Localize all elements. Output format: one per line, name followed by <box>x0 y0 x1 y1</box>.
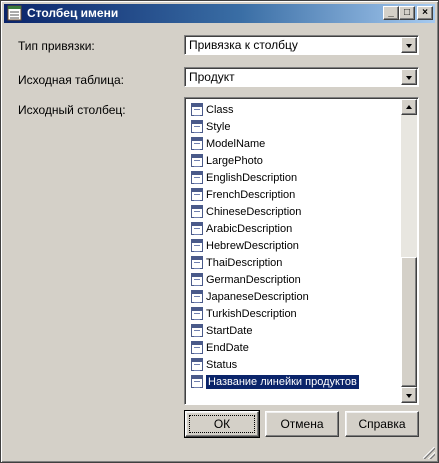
list-scrollbar[interactable] <box>401 99 417 403</box>
column-icon <box>191 154 203 167</box>
list-item-label: FrenchDescription <box>206 188 296 201</box>
list-item[interactable]: TurkishDescription <box>191 305 299 322</box>
minimize-button[interactable]: _ <box>383 6 399 20</box>
list-item-label: Class <box>206 103 234 116</box>
column-icon <box>191 375 203 388</box>
list-item-label: Status <box>206 358 238 371</box>
title-bar[interactable]: Столбец имени _ □ × <box>4 4 435 23</box>
scroll-down-icon[interactable] <box>401 387 417 403</box>
close-button[interactable]: × <box>417 6 433 20</box>
column-icon <box>191 358 203 371</box>
close-icon: × <box>422 7 428 18</box>
help-button[interactable]: Справка <box>345 411 419 437</box>
ok-button[interactable]: ОК <box>184 410 260 438</box>
scroll-up-icon[interactable] <box>401 99 417 115</box>
column-icon <box>191 205 203 218</box>
list-item-label: Style <box>206 120 231 133</box>
chevron-down-icon[interactable] <box>401 69 417 85</box>
list-item[interactable]: Class <box>191 101 236 118</box>
list-item[interactable]: EnglishDescription <box>191 169 299 186</box>
source-table-label: Исходная таблица: <box>18 73 124 87</box>
binding-type-select[interactable]: Привязка к столбцу <box>184 35 419 55</box>
column-icon <box>191 239 203 252</box>
list-item[interactable]: JapaneseDescription <box>191 288 311 305</box>
source-column-list[interactable]: Class Style ModelName LargePhoto EnglishDesc… <box>184 97 419 405</box>
list-item-label: ArabicDescription <box>206 222 293 235</box>
column-icon <box>191 171 203 184</box>
cancel-button[interactable]: Отмена <box>265 411 339 437</box>
list-item[interactable]: StartDate <box>191 322 254 339</box>
list-item-label: ThaiDescription <box>206 256 283 269</box>
list-item[interactable]: ModelName <box>191 135 267 152</box>
column-icon <box>191 222 203 235</box>
scroll-thumb[interactable] <box>401 257 417 387</box>
list-item-label: GermanDescription <box>206 273 301 286</box>
list-item-label: JapaneseDescription <box>206 290 309 303</box>
list-item-label: ModelName <box>206 137 266 150</box>
list-item[interactable]: EndDate <box>191 339 251 356</box>
binding-type-label: Тип привязки: <box>18 39 95 53</box>
minimize-icon: _ <box>388 7 394 18</box>
list-item-label: LargePhoto <box>206 154 263 167</box>
source-table-select[interactable]: Продукт <box>184 67 419 87</box>
list-item[interactable]: GermanDescription <box>191 271 303 288</box>
list-item-label: EndDate <box>206 341 249 354</box>
list-item-label: Название линейки продуктов <box>206 374 359 389</box>
maximize-button[interactable]: □ <box>399 6 415 20</box>
maximize-icon: □ <box>403 7 411 18</box>
table-column-icon <box>7 5 22 21</box>
column-icon <box>191 256 203 269</box>
list-item[interactable]: LargePhoto <box>191 152 265 169</box>
source-table-value: Продукт <box>189 70 235 84</box>
list-item[interactable]: HebrewDescription <box>191 237 301 254</box>
list-item[interactable]: ThaiDescription <box>191 254 284 271</box>
list-item[interactable]: ArabicDescription <box>191 220 294 237</box>
list-item[interactable]: Style <box>191 118 232 135</box>
column-icon <box>191 188 203 201</box>
cancel-button-label: Отмена <box>280 417 324 431</box>
list-item[interactable]: Status <box>191 356 239 373</box>
window-title: Столбец имени <box>27 6 119 20</box>
column-icon <box>191 341 203 354</box>
list-item[interactable]: FrenchDescription <box>191 186 297 203</box>
resize-grip-icon[interactable] <box>423 447 435 459</box>
column-icon <box>191 103 203 116</box>
chevron-down-icon[interactable] <box>401 37 417 53</box>
list-item-label: ChineseDescription <box>206 205 302 218</box>
help-button-label: Справка <box>358 417 406 431</box>
column-icon <box>191 307 203 320</box>
column-icon <box>191 273 203 286</box>
dialog-window: Столбец имени _ □ × Тип привязки: Привяз… <box>0 0 439 463</box>
list-item-label: EnglishDescription <box>206 171 298 184</box>
column-icon <box>191 120 203 133</box>
ok-button-label: ОК <box>213 417 231 431</box>
list-item-label: TurkishDescription <box>206 307 297 320</box>
column-icon <box>191 137 203 150</box>
list-item-label: HebrewDescription <box>206 239 299 252</box>
list-item[interactable]: ChineseDescription <box>191 203 303 220</box>
column-icon <box>191 290 203 303</box>
source-column-label: Исходный столбец: <box>18 103 126 117</box>
binding-type-value: Привязка к столбцу <box>189 38 298 52</box>
list-item[interactable]: Название линейки продуктов <box>191 373 361 390</box>
column-icon <box>191 324 203 337</box>
list-item-label: StartDate <box>206 324 253 337</box>
